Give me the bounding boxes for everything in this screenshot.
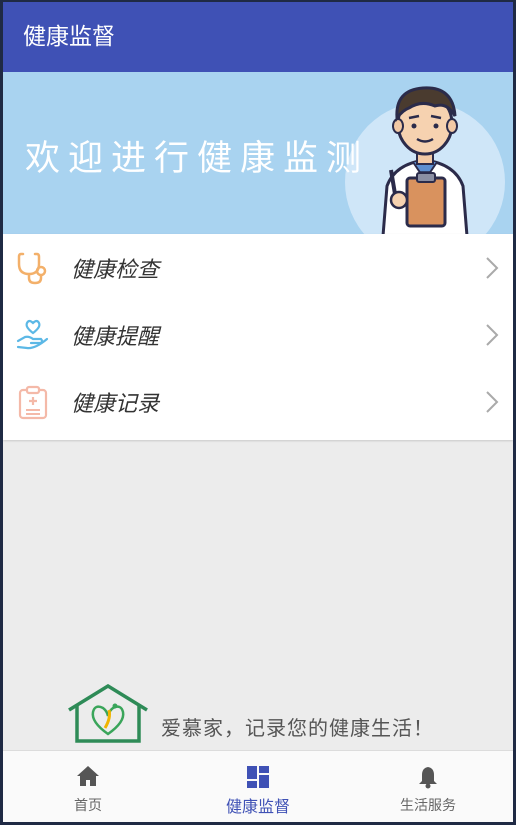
banner-text: 欢迎进行健康监测 — [25, 139, 370, 179]
health-menu: 健康检查 健康提醒 健康记录 — [3, 234, 513, 440]
house-logo-icon — [68, 684, 148, 743]
tab-life-services[interactable]: 生活服务 — [343, 751, 513, 822]
tab-health-supervision[interactable]: 健康监督 — [173, 751, 343, 822]
welcome-banner: 欢迎进行健康监测 — [3, 72, 513, 234]
tab-label: 健康监督 — [225, 797, 290, 816]
tab-home[interactable]: 首页 — [3, 751, 173, 822]
menu-item-health-reminder[interactable]: 健康提醒 — [3, 301, 513, 368]
clipboard-icon — [18, 385, 48, 420]
doctor-illustration — [381, 86, 469, 234]
chevron-right-icon — [486, 391, 499, 413]
app-bar-title: 健康监督 — [23, 24, 115, 50]
tab-label: 生活服务 — [400, 798, 456, 814]
tab-label: 首页 — [74, 798, 102, 814]
app-screen: 健康监督 欢迎进行健康监测 健康检查 健康提醒 健康记录 爱慕家，记录您的健康生… — [3, 2, 513, 822]
bell-icon — [419, 767, 437, 789]
menu-item-health-record[interactable]: 健康记录 — [3, 368, 513, 435]
stethoscope-icon — [17, 252, 47, 285]
app-bar: 健康监督 — [3, 2, 513, 72]
menu-item-health-check[interactable]: 健康检查 — [3, 234, 513, 301]
home-icon — [77, 766, 99, 786]
footer-slogan: 爱慕家，记录您的健康生活！ — [161, 716, 434, 740]
menu-item-label: 健康提醒 — [71, 324, 160, 350]
heart-hand-icon — [16, 319, 49, 350]
dashboard-icon — [247, 766, 269, 788]
bottom-navigation: 首页 健康监督 生活服务 — [3, 750, 513, 822]
menu-item-label: 健康检查 — [71, 257, 160, 283]
menu-item-label: 健康记录 — [71, 391, 160, 417]
chevron-right-icon — [486, 257, 499, 279]
chevron-right-icon — [486, 324, 499, 346]
